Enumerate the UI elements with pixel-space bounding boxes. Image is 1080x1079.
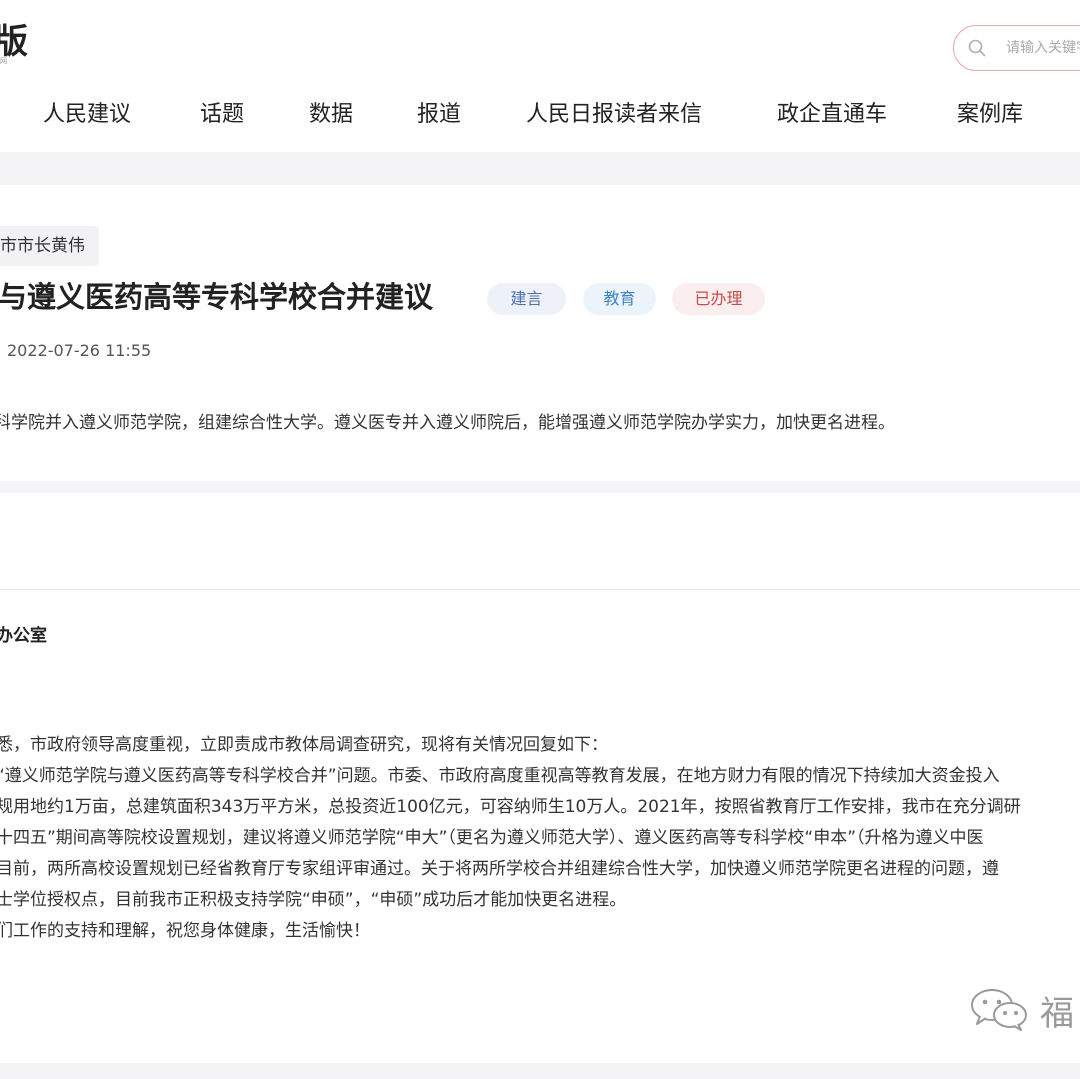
main-nav: 人民建议 话题 数据 报道 人民日报读者来信 政企直通车 案例库 <box>0 95 1080 135</box>
site-header: 版 网 人民建议 话题 数据 报道 人民日报读者来信 政企直通车 案例库 <box>0 0 1080 152</box>
tag-jiaoyu-badge[interactable]: 教育 <box>583 283 656 315</box>
suggestion-title: 与遵义医药高等专科学校合并建议 <box>0 280 434 314</box>
recipient-tag: 市市长黄伟 <box>0 226 99 266</box>
tag-jianyan-badge[interactable]: 建言 <box>487 283 566 315</box>
reply-paragraph: 士学位授权点，目前我市正积极支持学院“申硕”，“申硕”成功后才能加快更名进程。 <box>0 890 627 910</box>
nav-item-renmin-jianyi[interactable]: 人民建议 <box>43 95 131 135</box>
reply-paragraph: 悉，市政府领导高度重视，立即责成市教体局调查研究，现将有关情况回复如下： <box>0 735 608 755</box>
search-box[interactable] <box>953 25 1080 71</box>
suggestion-content: 科学院并入遵义师范学院，组建综合性大学。遵义医专并入遵义师院后，能增强遵义师范学… <box>0 413 895 433</box>
divider <box>0 589 1080 590</box>
nav-item-anli-ku[interactable]: 案例库 <box>957 95 1023 135</box>
status-badge: 已办理 <box>672 283 765 315</box>
reply-paragraph: 规用地约1万亩，总建筑面积343万平方米，总投资近100亿元，可容纳师生10万人… <box>0 797 1021 817</box>
reply-paragraph: 目前，两所高校设置规划已经省教育厅专家组评审通过。关于将两所学校合并组建综合性大… <box>0 859 999 879</box>
watermark-text: 福 <box>1040 994 1074 1034</box>
suggestion-card: 市市长黄伟 与遵义医药高等专科学校合并建议 建言 教育 已办理 2022-07-… <box>0 185 1080 481</box>
post-date: 2022-07-26 11:55 <box>7 341 152 360</box>
nav-item-duzhe-laixin[interactable]: 人民日报读者来信 <box>526 95 702 135</box>
nav-item-huati[interactable]: 话题 <box>200 95 244 135</box>
watermark: 福 <box>968 984 1080 1034</box>
search-input[interactable] <box>1006 37 1080 59</box>
nav-item-shuju[interactable]: 数据 <box>309 95 353 135</box>
search-icon[interactable] <box>968 39 986 57</box>
reply-paragraph: 们工作的支持和理解，祝您身体健康，生活愉快！ <box>0 921 370 941</box>
reply-from: 办公室 <box>0 626 47 646</box>
reply-card: 办公室 悉，市政府领导高度重视，立即责成市教体局调查研究，现将有关情况回复如下：… <box>0 493 1080 1063</box>
nav-item-baodao[interactable]: 报道 <box>417 95 461 135</box>
nav-item-zhengqi-zhitongche[interactable]: 政企直通车 <box>777 95 887 135</box>
site-logo-subtext: 网 <box>0 57 7 65</box>
reply-paragraph: 十四五”期间高等院校设置规划，建议将遵义师范学院“申大”（更名为遵义师范大学）、… <box>0 828 984 848</box>
reply-paragraph: “遵义师范学院与遵义医药高等专科学校合并”问题。市委、市政府高度重视高等教育发展… <box>0 766 1000 786</box>
wechat-icon <box>971 989 1027 1031</box>
